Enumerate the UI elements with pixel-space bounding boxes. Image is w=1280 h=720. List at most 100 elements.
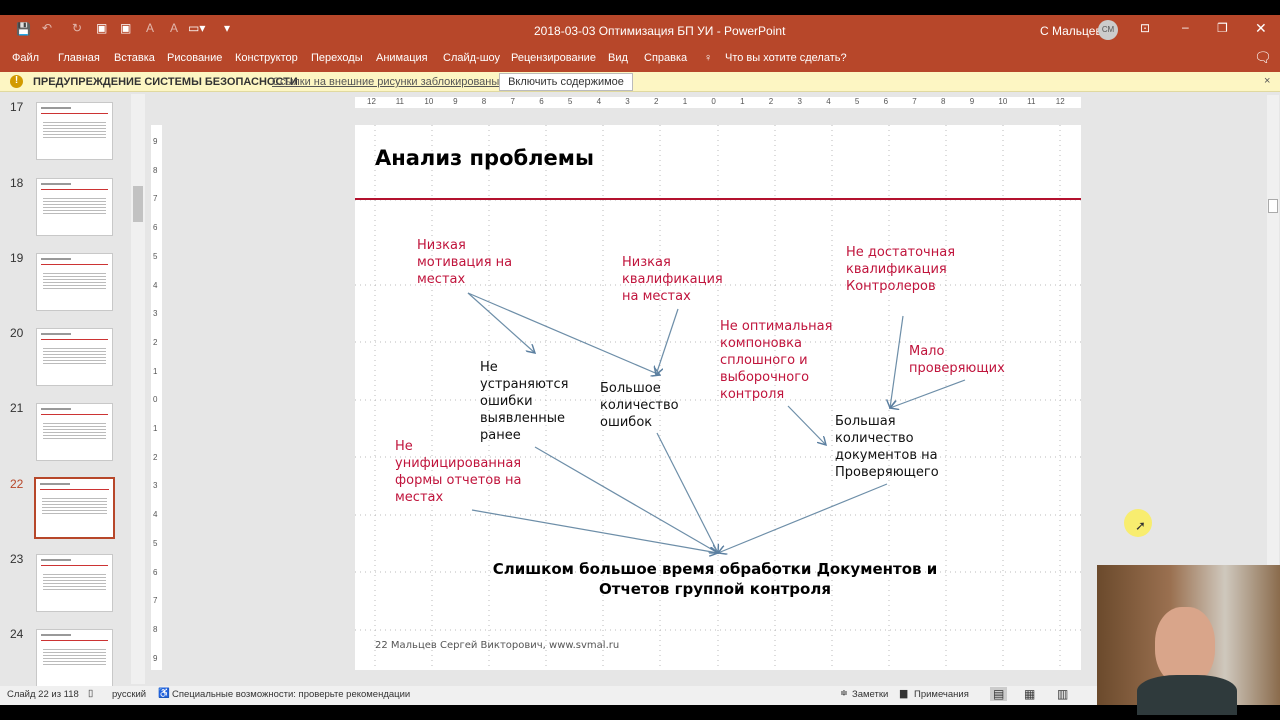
comments-button[interactable]: Примечания bbox=[914, 689, 969, 700]
ruler-tick-label: 11 bbox=[396, 97, 404, 106]
cause-non-unified-forms[interactable]: Не унифицированная формы отчетов на мест… bbox=[395, 438, 535, 506]
ruler-tick-label: 0 bbox=[711, 97, 715, 106]
slide-counter[interactable]: Слайд 22 из 118 bbox=[7, 689, 79, 700]
slide-thumbnail[interactable] bbox=[36, 178, 113, 236]
cause-low-qualification[interactable]: Низкая квалификация на местах bbox=[622, 254, 732, 305]
tab-transitions[interactable]: Переходы bbox=[311, 52, 363, 64]
ruler-tick-label: 8 bbox=[482, 97, 486, 106]
ruler-tick-label: 11 bbox=[1027, 97, 1035, 106]
cause-controllers-qualification[interactable]: Не достаточная квалификация Контролеров bbox=[846, 244, 956, 295]
comments-icon[interactable]: 🗨 bbox=[1254, 49, 1272, 66]
tab-review[interactable]: Рецензирование bbox=[511, 52, 596, 64]
presenter-shirt bbox=[1137, 675, 1237, 715]
effect-many-documents[interactable]: Большая количество документов на Проверя… bbox=[835, 413, 955, 481]
ruler-tick-label: 3 bbox=[153, 481, 157, 490]
avatar[interactable]: СМ bbox=[1098, 20, 1118, 40]
spellcheck-icon[interactable]: ▯ bbox=[88, 688, 93, 699]
ruler-tick-label: 4 bbox=[597, 97, 601, 106]
customize-toolbar-icon[interactable]: ▾ bbox=[224, 21, 230, 35]
ruler-tick-label: 4 bbox=[826, 97, 830, 106]
close-icon[interactable]: ✕ bbox=[1255, 20, 1267, 37]
font-decrease-icon[interactable]: A bbox=[170, 21, 178, 35]
reading-view-icon[interactable]: ▥ bbox=[1057, 687, 1068, 701]
slide-thumbnail[interactable] bbox=[36, 102, 113, 160]
ruler-tick-label: 3 bbox=[153, 309, 157, 318]
save-icon[interactable]: 💾 bbox=[16, 22, 31, 36]
warning-title: ПРЕДУПРЕЖДЕНИЕ СИСТЕМЫ БЕЗОПАСНОСТИ bbox=[33, 76, 298, 88]
scrollbar-thumb[interactable] bbox=[1268, 199, 1278, 213]
webcam-overlay bbox=[1097, 565, 1280, 705]
ruler-tick-label: 10 bbox=[424, 97, 433, 106]
slide-thumbnail[interactable] bbox=[34, 477, 115, 539]
enable-content-button[interactable]: Включить содержимое bbox=[499, 73, 633, 91]
notes-button[interactable]: Заметки bbox=[852, 689, 888, 700]
cause-few-checkers[interactable]: Мало проверяющих bbox=[909, 343, 1019, 377]
title-bar: 💾 ↶ ↻ ▣ ▣ A A ▭▾ ▾ 2018-03-03 Оптимизаци… bbox=[0, 15, 1280, 45]
ribbon-display-icon[interactable]: ⊡ bbox=[1140, 21, 1150, 35]
minimize-icon[interactable]: – bbox=[1182, 20, 1189, 34]
shape-icon[interactable]: ▭▾ bbox=[188, 21, 205, 35]
present-current-icon[interactable]: ▣ bbox=[120, 21, 131, 35]
ruler-tick-label: 7 bbox=[912, 97, 916, 106]
tab-design[interactable]: Конструктор bbox=[235, 52, 298, 64]
tab-animations[interactable]: Анимация bbox=[376, 52, 428, 64]
thumbnail-scrollbar[interactable] bbox=[131, 94, 145, 684]
user-name[interactable]: С Мальцев bbox=[1040, 24, 1102, 38]
tab-slideshow[interactable]: Слайд-шоу bbox=[443, 52, 500, 64]
normal-view-icon[interactable]: ▤ bbox=[990, 687, 1007, 701]
slide-thumbnail[interactable] bbox=[36, 554, 113, 612]
effect-errors-not-fixed[interactable]: Не устраняются ошибки выявленные ранее bbox=[480, 359, 575, 444]
accessibility-icon[interactable]: ♿ bbox=[158, 688, 170, 699]
tell-me-input[interactable]: Что вы хотите сделать? bbox=[725, 52, 847, 64]
root-problem[interactable]: Слишком большое время обработки Документ… bbox=[470, 559, 960, 599]
font-increase-icon[interactable]: A bbox=[146, 21, 154, 35]
ribbon-tabs: Файл Главная Вставка Рисование Конструкт… bbox=[0, 45, 1280, 72]
vertical-ruler: 9876543210123456789 bbox=[151, 125, 162, 670]
slide-canvas[interactable]: Анализ проблемы Низкая мотивация на мест… bbox=[355, 125, 1081, 670]
effect-many-errors[interactable]: Большое количество ошибок bbox=[600, 380, 695, 431]
ruler-tick-label: 8 bbox=[941, 97, 945, 106]
slide-sorter-icon[interactable]: ▦ bbox=[1024, 687, 1035, 701]
scrollbar-thumb[interactable] bbox=[133, 186, 143, 222]
tab-help[interactable]: Справка bbox=[644, 52, 687, 64]
close-warning-icon[interactable]: × bbox=[1264, 75, 1270, 87]
cause-control-layout[interactable]: Не оптимальная компоновка сплошного и вы… bbox=[720, 318, 845, 403]
ruler-tick-label: 10 bbox=[998, 97, 1007, 106]
tab-view[interactable]: Вид bbox=[608, 52, 628, 64]
restore-icon[interactable]: ❐ bbox=[1217, 21, 1228, 35]
ruler-tick-label: 12 bbox=[1056, 97, 1065, 106]
tab-draw[interactable]: Рисование bbox=[167, 52, 222, 64]
ruler-tick-label: 5 bbox=[568, 97, 572, 106]
blocked-links-link[interactable]: Ссылки на внешние рисунки заблокированы bbox=[272, 76, 499, 88]
ruler-tick-label: 9 bbox=[153, 654, 157, 663]
undo-icon[interactable]: ↶ bbox=[42, 21, 52, 35]
accessibility-status[interactable]: Специальные возможности: проверьте реком… bbox=[172, 689, 410, 700]
mouse-cursor-icon: ➚ bbox=[1135, 518, 1146, 534]
slide-thumbnail[interactable] bbox=[36, 403, 113, 461]
slide-thumbnail[interactable] bbox=[36, 253, 113, 311]
ruler-tick-label: 9 bbox=[153, 137, 157, 146]
ruler-tick-label: 1 bbox=[153, 424, 157, 433]
tab-home[interactable]: Главная bbox=[58, 52, 100, 64]
cause-low-motivation[interactable]: Низкая мотивация на местах bbox=[417, 237, 527, 288]
slide-thumbnail[interactable] bbox=[36, 629, 113, 687]
window-title: 2018-03-03 Оптимизация БП УИ - PowerPoin… bbox=[534, 24, 785, 38]
redo-icon[interactable]: ↻ bbox=[72, 21, 82, 35]
ruler-tick-label: 2 bbox=[153, 338, 157, 347]
slide-title[interactable]: Анализ проблемы bbox=[375, 145, 594, 171]
ruler-tick-label: 5 bbox=[153, 539, 157, 548]
ruler-tick-label: 12 bbox=[367, 97, 376, 106]
notes-icon[interactable]: ≑ bbox=[840, 688, 848, 699]
language[interactable]: русский bbox=[112, 689, 146, 700]
tab-file[interactable]: Файл bbox=[12, 52, 39, 64]
tab-insert[interactable]: Вставка bbox=[114, 52, 155, 64]
slide-thumbnail[interactable] bbox=[36, 328, 113, 386]
ruler-tick-label: 7 bbox=[153, 596, 157, 605]
ruler-tick-label: 6 bbox=[884, 97, 888, 106]
present-from-start-icon[interactable]: ▣ bbox=[96, 21, 107, 35]
comments-status-icon[interactable]: ▆ bbox=[900, 688, 907, 699]
ruler-tick-label: 4 bbox=[153, 281, 157, 290]
ruler-tick-label: 1 bbox=[740, 97, 744, 106]
ruler-tick-label: 5 bbox=[153, 252, 157, 261]
ruler-tick-label: 2 bbox=[769, 97, 773, 106]
